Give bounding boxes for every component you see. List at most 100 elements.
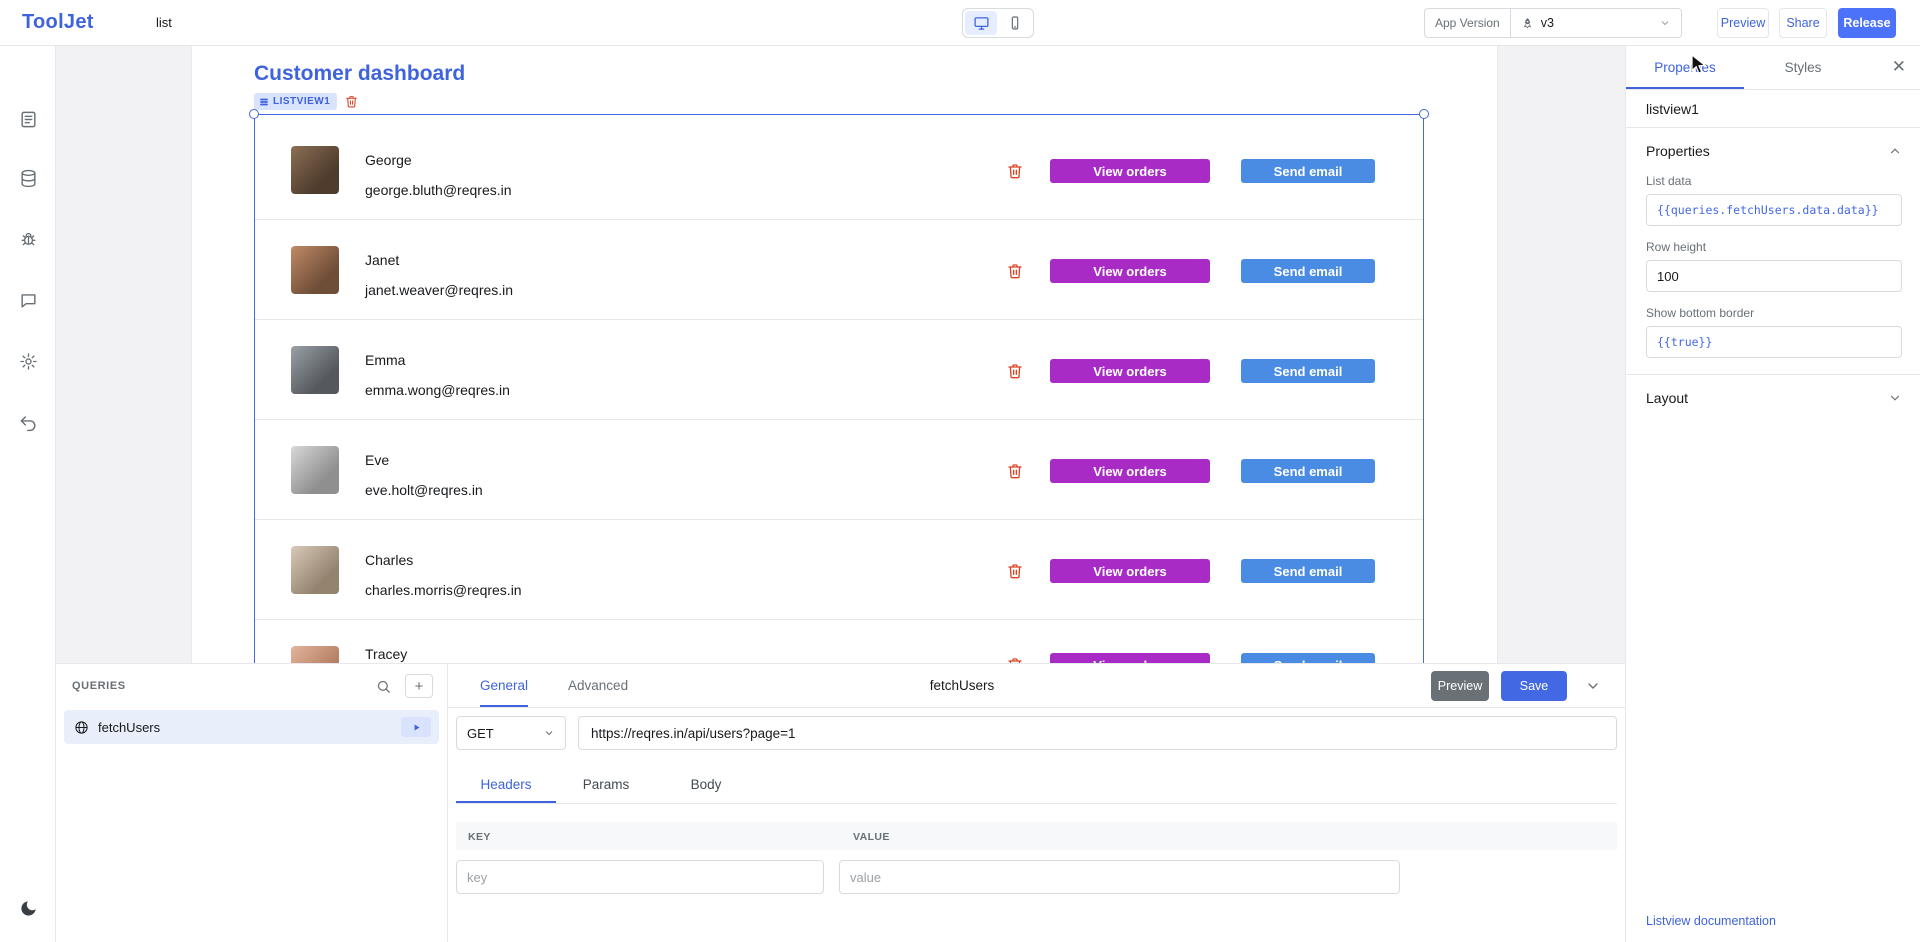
avatar-image[interactable] xyxy=(291,246,339,294)
send-email-button[interactable]: Send email xyxy=(1241,653,1375,663)
tab-styles[interactable]: Styles xyxy=(1744,46,1862,89)
queries-title: QUERIES xyxy=(72,680,126,692)
sidebar-item-datasources[interactable] xyxy=(11,161,45,195)
header-key-input[interactable] xyxy=(456,860,824,894)
sidebar-item-undo[interactable] xyxy=(11,405,45,439)
send-email-button[interactable]: Send email xyxy=(1241,459,1375,483)
customer-name[interactable]: Emma xyxy=(365,352,405,368)
search-queries-button[interactable] xyxy=(369,674,397,698)
collapse-panel-icon[interactable] xyxy=(1585,678,1601,694)
tab-properties[interactable]: Properties xyxy=(1626,46,1744,89)
sidebar-item-settings[interactable] xyxy=(11,344,45,378)
send-email-button[interactable]: Send email xyxy=(1241,159,1375,183)
mobile-layout-button[interactable] xyxy=(999,11,1031,35)
widget-badge-label: LISTVIEW1 xyxy=(273,96,330,107)
page-title-widget[interactable]: Customer dashboard xyxy=(254,62,465,86)
resize-handle-top-left[interactable] xyxy=(249,109,259,119)
app-canvas[interactable]: Customer dashboard LISTVIEW1 George geor… xyxy=(192,46,1497,663)
avatar-image[interactable] xyxy=(291,146,339,194)
customer-email[interactable]: janet.weaver@reqres.in xyxy=(365,282,513,298)
view-orders-button[interactable]: View orders xyxy=(1050,559,1210,583)
search-icon xyxy=(376,679,391,694)
view-orders-button[interactable]: View orders xyxy=(1050,159,1210,183)
left-sidebar xyxy=(0,46,56,942)
customer-email[interactable]: emma.wong@reqres.in xyxy=(365,382,510,398)
delete-row-icon[interactable] xyxy=(1007,463,1023,479)
http-method-select[interactable]: GET xyxy=(456,716,566,750)
field-row-height: Row height 100 xyxy=(1626,240,1920,292)
headers-input-row xyxy=(456,860,1617,894)
tab-body[interactable]: Body xyxy=(656,768,756,803)
field-list-data: List data {{queries.fetchUsers.data.data… xyxy=(1626,174,1920,226)
avatar-image[interactable] xyxy=(291,646,339,663)
view-orders-button[interactable]: View orders xyxy=(1050,653,1210,663)
undo-icon xyxy=(19,413,38,432)
listview-documentation-link[interactable]: Listview documentation xyxy=(1646,914,1776,928)
send-email-button[interactable]: Send email xyxy=(1241,559,1375,583)
customer-email[interactable]: george.bluth@reqres.in xyxy=(365,182,512,198)
customer-name[interactable]: Janet xyxy=(365,252,399,268)
customer-email[interactable]: eve.holt@reqres.in xyxy=(365,482,483,498)
list-item: Janet janet.weaver@reqres.in View orders… xyxy=(255,220,1423,320)
sidebar-item-debugger[interactable] xyxy=(11,222,45,256)
tab-general[interactable]: General xyxy=(480,664,528,707)
customer-name[interactable]: Eve xyxy=(365,452,389,468)
tab-params[interactable]: Params xyxy=(556,768,656,803)
view-orders-button[interactable]: View orders xyxy=(1050,259,1210,283)
key-column-header: KEY xyxy=(468,831,491,843)
query-url-input[interactable] xyxy=(578,716,1617,750)
app-name[interactable]: list xyxy=(156,15,172,30)
listview-widget-handle[interactable]: LISTVIEW1 xyxy=(254,93,337,110)
field-show-bottom-border: Show bottom border {{true}} xyxy=(1626,306,1920,358)
header-value-input[interactable] xyxy=(839,860,1400,894)
delete-widget-icon[interactable] xyxy=(345,95,358,108)
delete-row-icon[interactable] xyxy=(1007,363,1023,379)
row-height-input[interactable]: 100 xyxy=(1646,260,1902,292)
tab-headers[interactable]: Headers xyxy=(456,768,556,803)
customer-name[interactable]: Charles xyxy=(365,552,413,568)
inspector-panel: Properties Styles ✕ listview1 Properties… xyxy=(1625,46,1920,942)
show-bottom-border-input[interactable]: {{true}} xyxy=(1646,326,1902,358)
view-orders-button[interactable]: View orders xyxy=(1050,459,1210,483)
list-data-input[interactable]: {{queries.fetchUsers.data.data}} xyxy=(1646,194,1902,226)
query-preview-button[interactable]: Preview xyxy=(1431,671,1489,701)
add-query-button[interactable]: + xyxy=(405,674,433,698)
release-button[interactable]: Release xyxy=(1838,8,1896,38)
section-properties-header[interactable]: Properties xyxy=(1626,128,1920,174)
sidebar-item-pages[interactable] xyxy=(11,102,45,136)
share-button[interactable]: Share xyxy=(1779,8,1827,38)
customer-name[interactable]: Tracey xyxy=(365,646,407,662)
avatar-image[interactable] xyxy=(291,546,339,594)
delete-row-icon[interactable] xyxy=(1007,163,1023,179)
query-save-button[interactable]: Save xyxy=(1501,671,1567,701)
section-layout-title: Layout xyxy=(1646,390,1688,406)
avatar-image[interactable] xyxy=(291,446,339,494)
tooljet-logo[interactable]: ToolJet xyxy=(22,11,94,34)
listview-widget[interactable]: George george.bluth@reqres.in View order… xyxy=(254,114,1424,663)
delete-row-icon[interactable] xyxy=(1007,263,1023,279)
customer-email[interactable]: charles.morris@reqres.in xyxy=(365,582,522,598)
dark-mode-toggle[interactable] xyxy=(11,891,45,925)
send-email-button[interactable]: Send email xyxy=(1241,359,1375,383)
resize-handle-top-right[interactable] xyxy=(1419,109,1429,119)
desktop-layout-button[interactable] xyxy=(965,11,997,35)
inspected-widget-name[interactable]: listview1 xyxy=(1626,90,1920,128)
tab-advanced[interactable]: Advanced xyxy=(568,664,628,707)
preview-button[interactable]: Preview xyxy=(1717,8,1769,38)
comment-icon xyxy=(19,291,38,310)
close-icon[interactable]: ✕ xyxy=(1892,57,1906,77)
request-row: GET xyxy=(456,716,1617,750)
delete-row-icon[interactable] xyxy=(1007,563,1023,579)
headers-table-header: KEY VALUE xyxy=(456,822,1617,850)
view-orders-button[interactable]: View orders xyxy=(1050,359,1210,383)
query-editor: General Advanced fetchUsers Preview Save… xyxy=(448,664,1625,942)
query-panel: QUERIES + fetchUsers xyxy=(56,663,1625,942)
sidebar-item-comments[interactable] xyxy=(11,283,45,317)
send-email-button[interactable]: Send email xyxy=(1241,259,1375,283)
run-query-button[interactable] xyxy=(401,717,431,737)
customer-name[interactable]: George xyxy=(365,152,412,168)
avatar-image[interactable] xyxy=(291,346,339,394)
query-list-item[interactable]: fetchUsers xyxy=(64,710,439,744)
section-layout-header[interactable]: Layout xyxy=(1626,375,1920,421)
version-dropdown[interactable]: v3 xyxy=(1511,8,1682,38)
